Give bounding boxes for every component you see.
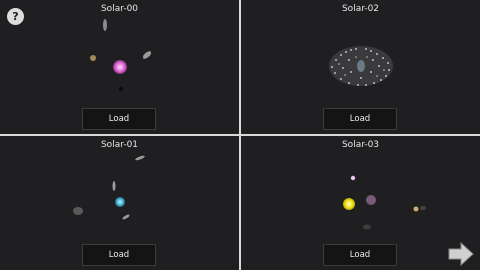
next-page-button[interactable] — [447, 241, 475, 267]
planet-icon — [119, 87, 123, 91]
solar-system-preview — [343, 175, 426, 230]
asteroid-icon — [363, 224, 371, 230]
arrow-right-icon — [448, 241, 474, 267]
star-icon — [113, 60, 127, 74]
planet-icon — [366, 195, 376, 205]
planet-icon — [350, 175, 356, 181]
solar-system-preview — [329, 46, 393, 86]
load-button[interactable]: Load — [323, 244, 397, 266]
planet-icon — [420, 206, 426, 210]
solar-system-preview — [90, 19, 152, 91]
slot-solar-03: Solar-03 Load — [241, 136, 480, 270]
divider — [0, 134, 480, 136]
load-button[interactable]: Load — [323, 108, 397, 130]
asteroid-icon — [122, 214, 130, 220]
asteroid-icon — [142, 51, 152, 59]
load-button[interactable]: Load — [82, 244, 156, 266]
load-button[interactable]: Load — [82, 108, 156, 130]
slot-solar-00: Solar-00 Load — [0, 0, 239, 134]
asteroid-icon — [135, 155, 145, 161]
slot-solar-01: Solar-01 Load — [0, 136, 239, 270]
solar-system-preview — [73, 155, 145, 220]
star-icon — [115, 197, 125, 207]
asteroid-icon — [103, 19, 107, 31]
question-mark-icon: ? — [12, 10, 19, 23]
star-icon — [343, 198, 355, 210]
ship-icon — [357, 60, 365, 72]
planet-icon — [413, 206, 419, 212]
slot-solar-02: Solar-02 Load — [241, 0, 480, 134]
save-slot-grid: Solar-00 Load Solar-02 Load Solar-01 Loa… — [0, 0, 480, 270]
asteroid-icon — [73, 207, 83, 215]
asteroid-icon — [112, 181, 116, 191]
planet-icon — [90, 55, 96, 61]
help-button[interactable]: ? — [7, 8, 24, 25]
